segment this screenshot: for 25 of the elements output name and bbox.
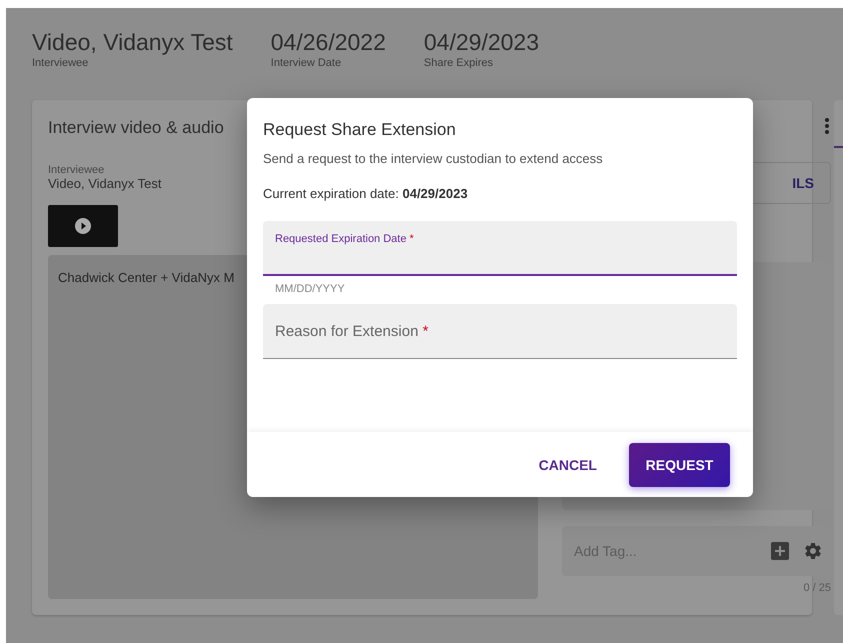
transcript-text: Chadwick Center + VidaNyx M (58, 270, 234, 285)
field-value: Video, Vidanyx Test (48, 176, 162, 191)
more-icon[interactable] (825, 118, 829, 134)
input-field[interactable]: Reason for Extension * (263, 304, 737, 359)
video-thumbnail[interactable] (48, 205, 118, 247)
header-value: 04/29/2023 (424, 28, 540, 56)
request-button[interactable]: REQUEST (629, 442, 730, 486)
header-label: Interviewee (32, 57, 90, 69)
card-title: Interview video & audio (48, 118, 224, 139)
dialog-title: Request Share Extension (263, 120, 457, 140)
field-label: Reason for Extension * (275, 322, 428, 340)
header-label: Share Expires (424, 57, 494, 69)
play-icon (75, 218, 91, 234)
header-value: 04/26/2022 (270, 28, 386, 56)
header-value: Video, Vidanyx Test (32, 28, 233, 56)
cancel-button[interactable]: CANCEL (538, 448, 597, 480)
current-expiration-text: Current expiration date: 04/29/2023 (263, 186, 469, 201)
field-label: Requested Expiration Date * (275, 233, 414, 245)
header-label: Interview Date (270, 57, 342, 69)
field-label: Interviewee (48, 164, 106, 176)
dialog-description: Send a request to the interview custodian to extend access (263, 151, 604, 166)
add-icon[interactable] (771, 542, 789, 560)
helper-text: MM/DD/YYYY (274, 282, 346, 297)
settings-icon[interactable] (803, 541, 823, 561)
input-field[interactable]: Requested Expiration Date * (263, 221, 737, 276)
